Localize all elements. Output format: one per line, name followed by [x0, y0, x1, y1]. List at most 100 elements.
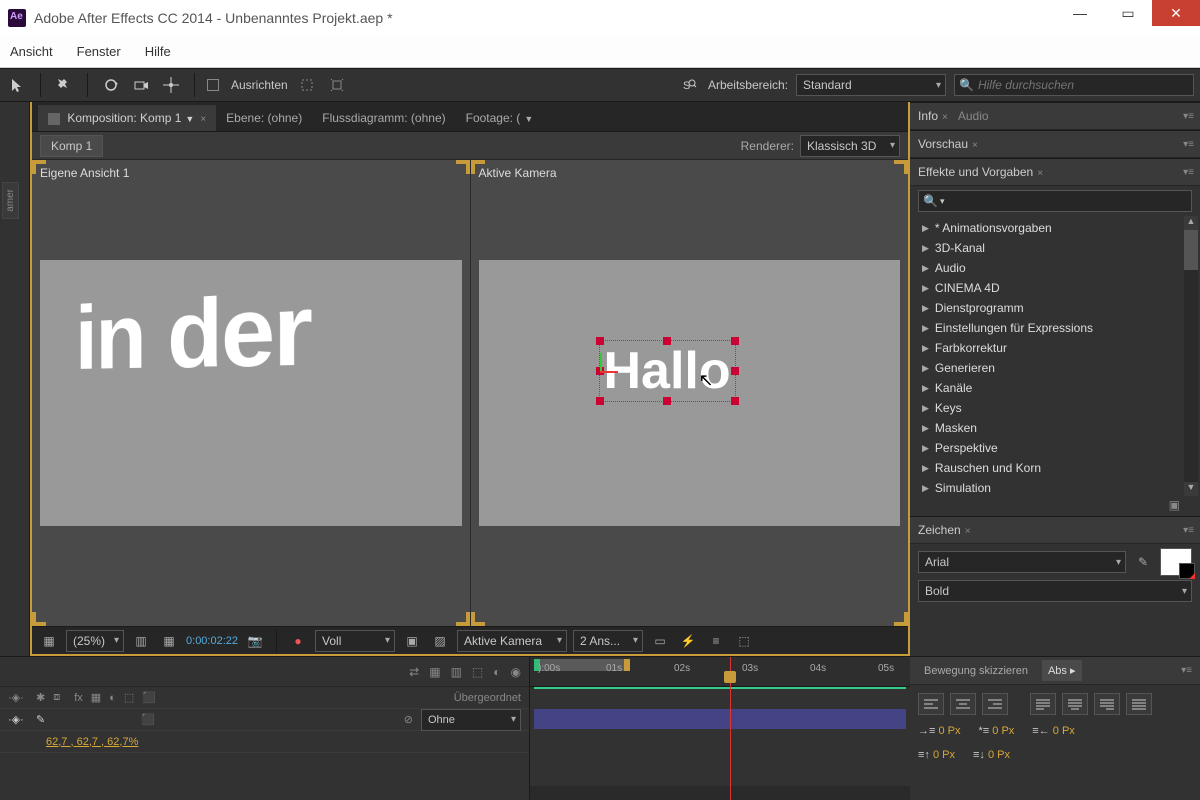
timeline-scale-row[interactable]: 62,7 , 62,7 , 62,7%: [0, 731, 529, 753]
ausrichten-checkbox[interactable]: [207, 79, 219, 91]
magnify-icon[interactable]: ▦: [38, 630, 60, 652]
effect-category[interactable]: ▶Keys: [910, 398, 1200, 418]
new-bin-icon[interactable]: ▣: [1169, 498, 1180, 512]
zeichen-panel-header[interactable]: Zeichen× ▾≡: [910, 516, 1200, 544]
res-icon[interactable]: ▥: [130, 630, 152, 652]
tab-footage[interactable]: Footage: (▼: [456, 105, 544, 131]
font-weight-dropdown[interactable]: Bold: [918, 580, 1192, 602]
indent-right-field[interactable]: ≡← 0 Px: [1032, 725, 1075, 737]
effect-category[interactable]: ▶Perspektive: [910, 438, 1200, 458]
resolution-dropdown[interactable]: Voll: [315, 630, 395, 652]
snap-expand-icon[interactable]: [326, 74, 348, 96]
selected-text-layer[interactable]: Hallo: [599, 340, 736, 402]
menu-ansicht[interactable]: Ansicht: [10, 44, 53, 59]
parent-dropdown[interactable]: Ohne: [421, 709, 521, 731]
tab-bewegung[interactable]: Bewegung skizzieren: [918, 661, 1034, 681]
menu-hilfe[interactable]: Hilfe: [145, 44, 171, 59]
current-time-indicator[interactable]: [730, 657, 731, 800]
camera-tool-icon[interactable]: [130, 74, 152, 96]
justify-last-right-button[interactable]: [1094, 693, 1120, 715]
scroll-up-icon[interactable]: ▲: [1184, 216, 1198, 230]
tl-shy-icon[interactable]: ⇄: [409, 665, 419, 679]
vorschau-panel-header[interactable]: Vorschau× ▾≡: [910, 130, 1200, 158]
menu-fenster[interactable]: Fenster: [77, 44, 121, 59]
effect-category[interactable]: ▶CINEMA 4D: [910, 278, 1200, 298]
selection-tool-icon[interactable]: [6, 74, 28, 96]
justify-last-center-button[interactable]: [1062, 693, 1088, 715]
effect-category[interactable]: ▶Masken: [910, 418, 1200, 438]
canvas-2[interactable]: Hallo ↖: [479, 260, 901, 526]
viewer-pane-1[interactable]: Eigene Ansicht 1 in der: [32, 160, 470, 626]
maximize-button[interactable]: ▭: [1104, 0, 1152, 26]
pixel-aspect-icon[interactable]: ▭: [649, 630, 671, 652]
effect-category[interactable]: ▶* Animationsvorgaben: [910, 218, 1200, 238]
panel-menu-icon[interactable]: ▾≡: [1183, 139, 1194, 150]
comp-flowchart-button[interactable]: Komp 1: [40, 135, 103, 157]
effect-category[interactable]: ▶Rauschen und Korn: [910, 458, 1200, 478]
timeline-icon[interactable]: ≡: [705, 630, 727, 652]
tl-brainstorm-icon[interactable]: ◉: [511, 665, 521, 679]
rotate-tool-icon[interactable]: [100, 74, 122, 96]
flowchart-icon[interactable]: ⬚: [733, 630, 755, 652]
roi-icon[interactable]: ▣: [401, 630, 423, 652]
tab-ebene[interactable]: Ebene: (ohne): [216, 105, 312, 131]
tab-zeichen[interactable]: Zeichen×: [918, 523, 971, 537]
tab-audio[interactable]: Audio: [958, 109, 989, 123]
scale-value[interactable]: 62,7 , 62,7 , 62,7%: [46, 736, 138, 748]
panel-menu-icon[interactable]: ▾≡: [1183, 111, 1194, 122]
layer-bar[interactable]: [534, 709, 906, 729]
views-count-dropdown[interactable]: 2 Ans...: [573, 630, 643, 652]
scroll-thumb[interactable]: [1184, 230, 1198, 270]
scroll-down-icon[interactable]: ▼: [1184, 482, 1198, 496]
renderer-dropdown[interactable]: Klassisch 3D: [800, 135, 900, 157]
space-after-field[interactable]: ≡↓ 0 Px: [973, 749, 1010, 761]
channel-icon[interactable]: ●: [287, 630, 309, 652]
snap-icon[interactable]: [296, 74, 318, 96]
effect-category[interactable]: ▶Audio: [910, 258, 1200, 278]
timeline-scrollbar[interactable]: [530, 786, 910, 800]
effect-category[interactable]: ▶Kanäle: [910, 378, 1200, 398]
eyedropper-icon[interactable]: ✎: [1132, 551, 1154, 573]
pin-tool-icon[interactable]: [53, 74, 75, 96]
tl-graph-icon[interactable]: ◐: [493, 665, 500, 679]
timecode[interactable]: 0:00:02:22: [186, 635, 238, 647]
help-search[interactable]: 🔍: [954, 74, 1194, 96]
effect-category[interactable]: ▶Dienstprogramm: [910, 298, 1200, 318]
view-dropdown[interactable]: Aktive Kamera: [457, 630, 567, 652]
align-right-button[interactable]: [982, 693, 1008, 715]
panel-menu-icon[interactable]: ▾≡: [1181, 665, 1192, 676]
space-before-field[interactable]: ≡↑ 0 Px: [918, 749, 955, 761]
effects-scrollbar[interactable]: ▲ ▼: [1184, 216, 1198, 496]
align-center-button[interactable]: [950, 693, 976, 715]
viewer-pane-2[interactable]: Aktive Kamera Hallo ↖: [470, 160, 909, 626]
tl-motion-blur-icon[interactable]: ⬚: [472, 665, 483, 679]
close-button[interactable]: ✕: [1152, 0, 1200, 26]
tl-3d-icon[interactable]: ▥: [451, 665, 462, 679]
anchor-tool-icon[interactable]: [160, 74, 182, 96]
effect-category[interactable]: ▶Farbkorrektur: [910, 338, 1200, 358]
canvas-1[interactable]: in der: [40, 260, 462, 526]
text-layer-1[interactable]: in der: [75, 271, 311, 390]
help-search-input[interactable]: [978, 78, 1189, 92]
tab-vorschau[interactable]: Vorschau×: [918, 137, 978, 151]
timeline-right[interactable]: ):00s01s02s03s04s05s: [530, 657, 910, 800]
tab-info[interactable]: Info×: [918, 109, 948, 123]
indent-left-field[interactable]: →≡ 0 Px: [918, 725, 961, 737]
effect-category[interactable]: ▶Simulation: [910, 478, 1200, 496]
justify-all-button[interactable]: [1126, 693, 1152, 715]
tab-flussdiagramm[interactable]: Flussdiagramm: (ohne): [312, 105, 455, 131]
info-panel-header[interactable]: Info× Audio ▾≡: [910, 102, 1200, 130]
effects-search[interactable]: 🔍▾: [918, 190, 1192, 212]
tab-abs[interactable]: Abs ▸: [1042, 660, 1082, 681]
fill-color-swatch[interactable]: [1160, 548, 1192, 576]
effect-category[interactable]: ▶3D-Kanal: [910, 238, 1200, 258]
effekte-panel-header[interactable]: Effekte und Vorgaben× ▾≡: [910, 158, 1200, 186]
workspace-dropdown[interactable]: Standard: [796, 74, 946, 96]
align-left-button[interactable]: [918, 693, 944, 715]
tab-effekte[interactable]: Effekte und Vorgaben×: [918, 165, 1043, 179]
zoom-dropdown[interactable]: (25%): [66, 630, 124, 652]
time-ruler[interactable]: ):00s01s02s03s04s05s: [530, 657, 910, 687]
grid-icon[interactable]: ▦: [158, 630, 180, 652]
panel-menu-icon[interactable]: ▾≡: [1183, 525, 1194, 536]
minimize-button[interactable]: —: [1056, 0, 1104, 26]
